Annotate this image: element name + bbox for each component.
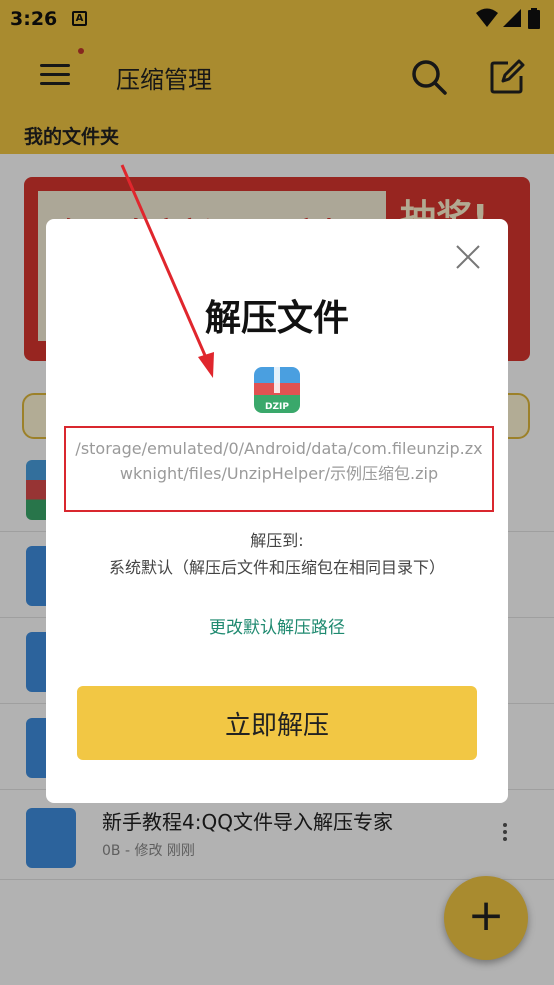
dialog-title: 解压文件 bbox=[204, 298, 349, 339]
extract-now-button[interactable]: 立即解压 bbox=[77, 686, 477, 760]
zip-archive-icon: DZIP bbox=[254, 367, 300, 413]
extract-to-label: 解压到: bbox=[250, 531, 304, 550]
extract-to-value: 系统默认（解压后文件和压缩包在相同目录下） bbox=[108, 558, 445, 577]
change-path-link[interactable]: 更改默认解压路径 bbox=[46, 613, 508, 638]
zip-icon-label: DZIP bbox=[265, 402, 289, 412]
extract-dialog: 解压文件 DZIP /storage/emulated/0/Android/da… bbox=[46, 219, 508, 803]
file-path-box: /storage/emulated/0/Android/data/com.fil… bbox=[64, 426, 494, 512]
close-icon[interactable] bbox=[454, 243, 482, 271]
file-path: /storage/emulated/0/Android/data/com.fil… bbox=[75, 439, 483, 483]
